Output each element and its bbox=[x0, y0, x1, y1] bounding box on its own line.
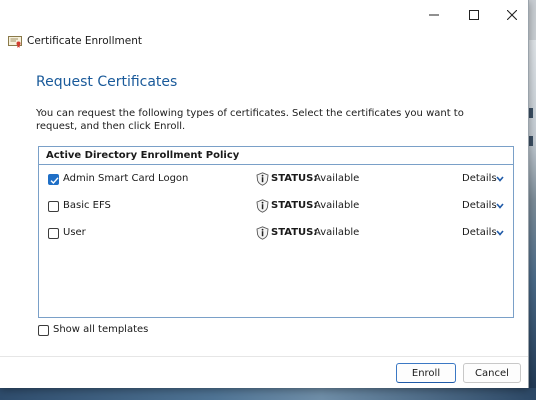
title-bar bbox=[0, 0, 528, 30]
desktop-background-right bbox=[528, 0, 536, 400]
certificate-row-admin-smart-card-logon: Admin Smart Card Logon STATUS: Available… bbox=[39, 170, 513, 190]
policy-header: Active Directory Enrollment Policy bbox=[39, 147, 513, 165]
footer-divider bbox=[0, 356, 528, 357]
show-all-templates-label[interactable]: Show all templates bbox=[53, 324, 148, 335]
minimize-button[interactable] bbox=[412, 0, 456, 30]
chevron-down-icon[interactable] bbox=[496, 230, 504, 236]
certificate-row-basic-efs: Basic EFS STATUS: Available Details bbox=[39, 197, 513, 217]
checkmark-icon bbox=[50, 177, 59, 185]
desktop-background-bottom bbox=[0, 388, 536, 400]
certificate-name: Admin Smart Card Logon bbox=[63, 173, 189, 184]
page-title: Request Certificates bbox=[36, 74, 178, 90]
window-title: Certificate Enrollment bbox=[27, 35, 142, 47]
close-button[interactable] bbox=[490, 0, 534, 30]
show-all-templates-checkbox[interactable] bbox=[38, 325, 49, 336]
certificate-icon bbox=[8, 36, 22, 48]
close-icon bbox=[507, 10, 517, 20]
details-link[interactable]: Details bbox=[462, 227, 497, 238]
status-label: STATUS: bbox=[271, 227, 318, 238]
cancel-button[interactable]: Cancel bbox=[463, 363, 521, 383]
enroll-button[interactable]: Enroll bbox=[396, 363, 456, 383]
minimize-icon bbox=[429, 14, 439, 16]
info-shield-icon bbox=[256, 172, 269, 186]
certificate-list: Active Directory Enrollment Policy Admin… bbox=[38, 146, 514, 318]
intro-text: You can request the following types of c… bbox=[36, 108, 464, 132]
status-label: STATUS: bbox=[271, 173, 318, 184]
chevron-down-icon[interactable] bbox=[496, 176, 504, 182]
admin-smart-card-logon-checkbox[interactable] bbox=[48, 174, 59, 185]
status-value: Available bbox=[314, 227, 360, 238]
status-label: STATUS: bbox=[271, 200, 318, 211]
info-shield-icon bbox=[256, 199, 269, 213]
details-link[interactable]: Details bbox=[462, 200, 497, 211]
basic-efs-checkbox[interactable] bbox=[48, 201, 59, 212]
details-link[interactable]: Details bbox=[462, 173, 497, 184]
user-checkbox[interactable] bbox=[48, 228, 59, 239]
certificate-name: Basic EFS bbox=[63, 200, 111, 211]
certificate-row-user: User STATUS: Available Details bbox=[39, 224, 513, 244]
certificate-enrollment-window: Certificate Enrollment Request Certifica… bbox=[0, 0, 529, 388]
status-value: Available bbox=[314, 200, 360, 211]
info-shield-icon bbox=[256, 226, 269, 240]
status-value: Available bbox=[314, 173, 360, 184]
chevron-down-icon[interactable] bbox=[496, 203, 504, 209]
certificate-name: User bbox=[63, 227, 86, 238]
background-window-edge bbox=[529, 136, 533, 146]
background-window-edge bbox=[529, 108, 533, 118]
maximize-icon bbox=[469, 10, 479, 20]
